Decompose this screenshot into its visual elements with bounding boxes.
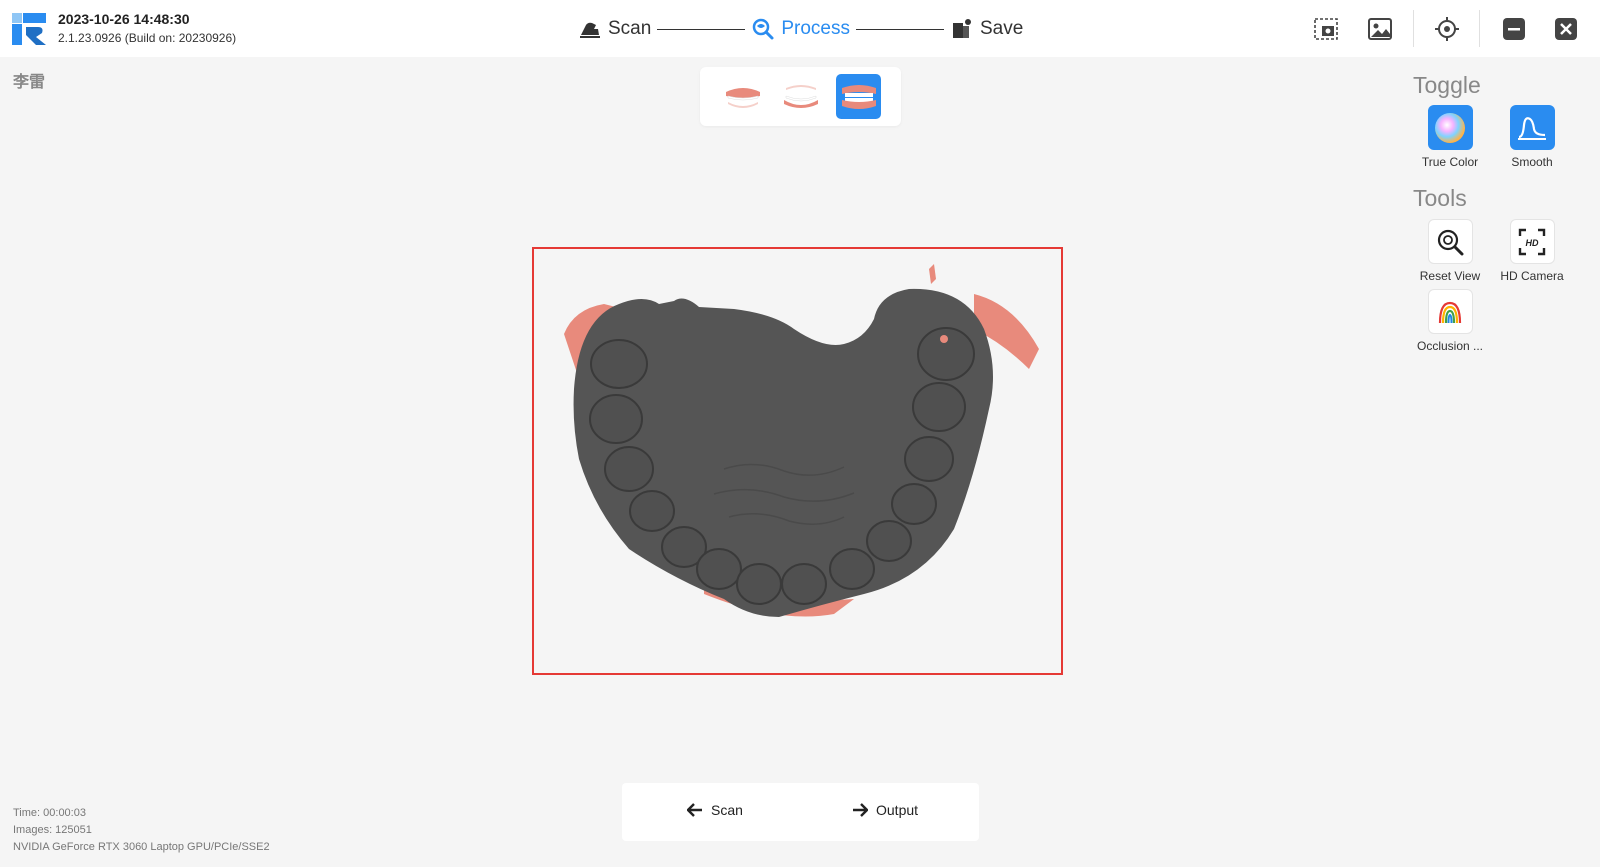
output-button[interactable]: Output (852, 802, 918, 818)
toggle-section-title: Toggle (1413, 72, 1481, 98)
full-occlusion-button[interactable] (836, 74, 881, 119)
hd-camera-label: HD Camera (1500, 269, 1564, 283)
lower-jaw-button[interactable] (778, 74, 823, 119)
right-panel: Toggle True Color Smooth Tools Reset Vie… (1400, 57, 1600, 867)
toolbar-divider (1479, 10, 1480, 47)
back-button-label: Scan (711, 802, 743, 818)
true-color-toggle[interactable]: True Color (1410, 105, 1490, 169)
scan-viewport[interactable] (532, 247, 1063, 675)
save-icon (952, 19, 971, 38)
gum-tissue-tag (929, 264, 936, 284)
svg-text:HD: HD (1526, 238, 1539, 248)
screenshot-icon[interactable] (1313, 16, 1339, 42)
version-info: 2.1.23.0926 (Build on: 20230926) (58, 31, 237, 45)
smooth-icon (1518, 116, 1546, 140)
patient-name: 李雷 (13, 74, 46, 91)
step-save[interactable]: Save (950, 17, 1023, 41)
toolbar-divider (1413, 10, 1414, 47)
upper-jaw-button[interactable] (720, 74, 765, 119)
arch-selector (700, 67, 901, 126)
back-to-scan-button[interactable]: Scan (687, 802, 743, 818)
lower-jaw-icon (783, 84, 818, 108)
step-scan-label: Scan (608, 18, 652, 39)
full-occlusion-icon (841, 84, 876, 109)
bottom-navigation: Scan Output (622, 783, 979, 841)
occlusion-label: Occlusion ... (1416, 339, 1484, 353)
elapsed-time: Time: 00:00:03 (13, 807, 86, 819)
scanner-icon (580, 22, 600, 38)
status-info: Time: 00:00:03 Images: 125051 NVIDIA GeF… (13, 805, 270, 856)
occlusion-icon (1438, 301, 1462, 323)
step-scan[interactable]: Scan (578, 17, 651, 41)
step-process[interactable]: Process (751, 17, 850, 41)
step-divider (657, 28, 746, 30)
process-icon (753, 18, 774, 40)
gum-spot (940, 335, 948, 343)
true-color-box (1427, 105, 1473, 150)
image-gallery-icon[interactable] (1367, 16, 1393, 42)
occlusion-box (1427, 289, 1473, 334)
output-button-label: Output (876, 802, 919, 818)
timestamp: 2023-10-26 14:48:30 (58, 11, 190, 27)
step-save-label: Save (979, 18, 1024, 39)
step-divider (855, 28, 944, 30)
close-icon[interactable] (1553, 16, 1579, 42)
reset-view-button[interactable]: Reset View (1410, 219, 1490, 283)
app-logo-icon (12, 13, 46, 45)
hd-camera-box: HD (1509, 219, 1555, 264)
gpu-info: NVIDIA GeForce RTX 3060 Laptop GPU/PCIe/… (13, 841, 270, 853)
reset-view-icon (1437, 229, 1464, 255)
step-process-label: Process (781, 18, 850, 39)
workflow-steps: Scan Process Save (578, 14, 1023, 44)
dental-arch-model[interactable] (534, 249, 1061, 673)
occlusion-button[interactable]: Occlusion ... (1410, 289, 1490, 353)
true-color-icon (1435, 112, 1465, 143)
target-icon[interactable] (1434, 16, 1460, 42)
smooth-toggle[interactable]: Smooth (1492, 105, 1572, 169)
reset-view-label: Reset View (1419, 269, 1481, 283)
hd-camera-icon: HD (1518, 228, 1546, 255)
smooth-box (1509, 105, 1555, 150)
top-bar: 2023-10-26 14:48:30 2.1.23.0926 (Build o… (0, 0, 1600, 57)
arrow-left-icon (687, 803, 702, 817)
hd-camera-button[interactable]: HD HD Camera (1492, 219, 1572, 283)
arrow-right-icon (853, 803, 868, 817)
smooth-label: Smooth (1511, 155, 1553, 169)
tools-section-title: Tools (1413, 185, 1467, 211)
minimize-icon[interactable] (1501, 16, 1527, 42)
true-color-label: True Color (1421, 155, 1479, 169)
reset-view-box (1427, 219, 1473, 264)
upper-jaw-icon (725, 87, 760, 108)
image-count: Images: 125051 (13, 824, 92, 836)
